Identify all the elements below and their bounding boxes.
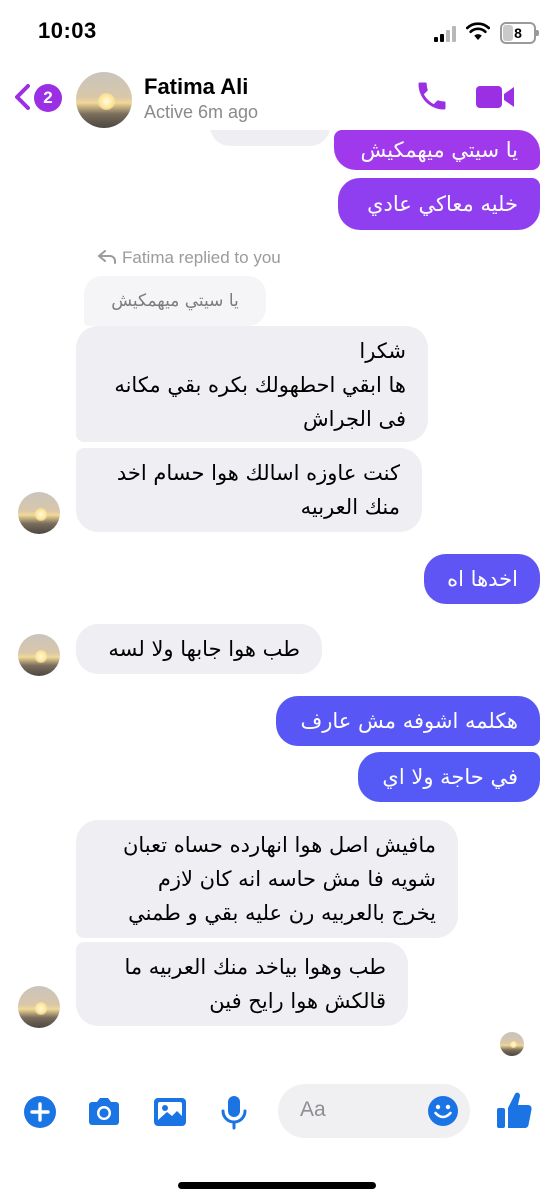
incoming-message[interactable]: طب هوا جابها ولا لسه bbox=[76, 624, 322, 674]
cellular-signal-icon bbox=[434, 26, 460, 42]
outgoing-message[interactable]: اخدها اه bbox=[424, 554, 540, 604]
emoji-smiley-icon[interactable] bbox=[426, 1094, 460, 1128]
wifi-icon bbox=[466, 22, 490, 40]
incoming-message[interactable]: شكرا ها ابقي احطهولك بكره بقي مكانه فى ا… bbox=[76, 326, 428, 442]
incoming-message[interactable]: طب وهوا بياخد منك العربيه ما قالكش هوا ر… bbox=[76, 942, 408, 1026]
add-plus-icon[interactable] bbox=[20, 1092, 60, 1132]
battery-icon: 8 bbox=[500, 22, 539, 44]
reply-label-text: Fatima replied to you bbox=[122, 248, 281, 267]
message-composer: Aa bbox=[0, 1080, 554, 1150]
reply-indicator: Fatima replied to you bbox=[98, 248, 281, 268]
battery-level: 8 bbox=[514, 25, 522, 41]
contact-active-status: Active 6m ago bbox=[144, 102, 259, 122]
outgoing-message[interactable]: يا سيتي ميهمكيش bbox=[334, 130, 540, 170]
contact-avatar[interactable] bbox=[76, 72, 132, 128]
message-input[interactable]: Aa bbox=[278, 1084, 470, 1138]
unread-count-badge[interactable]: 2 bbox=[34, 84, 62, 112]
sender-avatar[interactable] bbox=[18, 634, 60, 676]
incoming-message[interactable]: كنت عاوزه اسالك هوا حسام اخد منك العربيه bbox=[76, 448, 422, 532]
status-time: 10:03 bbox=[38, 18, 97, 43]
incoming-message[interactable]: مافيش اصل هوا انهارده حساه تعبان شويه فا… bbox=[76, 820, 458, 938]
status-bar: 10:03 8 bbox=[0, 0, 554, 64]
outgoing-message[interactable]: هكلمه اشوفه مش عارف bbox=[276, 696, 540, 746]
message-input-placeholder: Aa bbox=[300, 1098, 326, 1121]
reply-arrow-icon bbox=[98, 250, 116, 264]
contact-name[interactable]: Fatima Ali bbox=[144, 74, 248, 100]
outgoing-message[interactable]: في حاجة ولا اي bbox=[358, 752, 540, 802]
quoted-message[interactable]: يا سيتي ميهمكيش bbox=[84, 276, 266, 326]
conversation-header: 2 Fatima Ali Active 6m ago bbox=[0, 64, 554, 130]
thumbs-up-like-icon[interactable] bbox=[494, 1088, 534, 1132]
home-indicator bbox=[178, 1182, 376, 1189]
sender-avatar[interactable] bbox=[18, 492, 60, 534]
gallery-photo-icon[interactable] bbox=[150, 1092, 190, 1132]
seen-receipt-avatar bbox=[500, 1032, 524, 1056]
back-chevron-icon[interactable] bbox=[12, 82, 32, 112]
phone-call-icon[interactable] bbox=[414, 78, 450, 114]
microphone-icon[interactable] bbox=[214, 1092, 254, 1132]
camera-icon[interactable] bbox=[84, 1092, 124, 1132]
video-call-icon[interactable] bbox=[474, 84, 516, 110]
outgoing-message[interactable]: خليه معاكي عادي bbox=[338, 178, 540, 230]
sender-avatar[interactable] bbox=[18, 986, 60, 1028]
message-thread: يا سيتي ميهمكيش خليه معاكي عادي Fatima r… bbox=[0, 124, 554, 1180]
